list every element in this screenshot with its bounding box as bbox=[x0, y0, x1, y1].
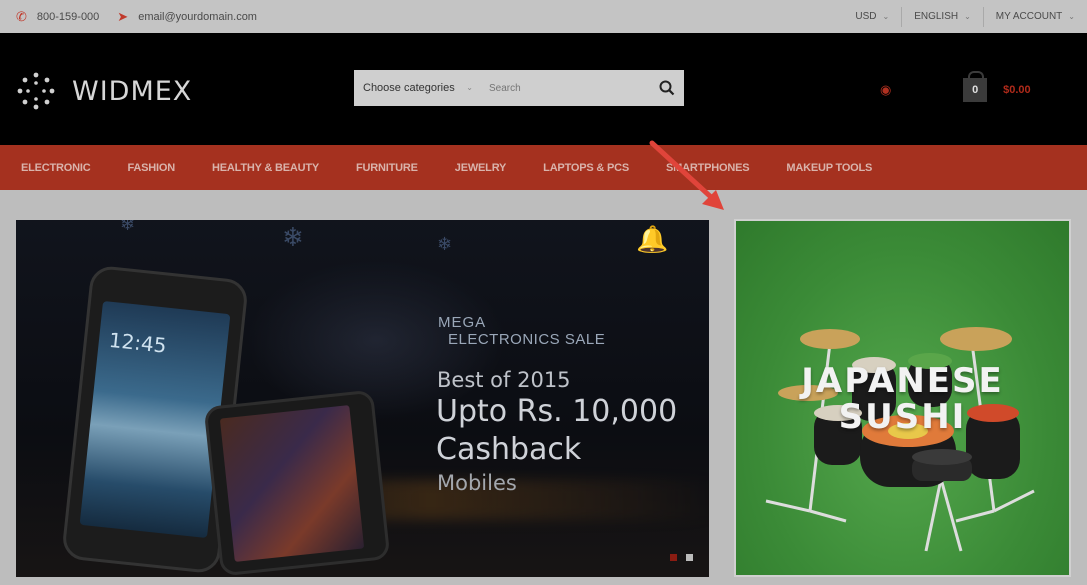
search-input[interactable] bbox=[479, 70, 650, 106]
annotation-arrow-icon bbox=[649, 140, 724, 210]
chevron-down-icon: ⌄ bbox=[1068, 12, 1075, 21]
email-address[interactable]: email@yourdomain.com bbox=[138, 11, 257, 23]
chevron-down-icon: ⌄ bbox=[466, 83, 473, 92]
snowflake-icon: ❄ bbox=[437, 234, 453, 254]
snowflake-icon: ❄ bbox=[282, 222, 304, 252]
contact-info: ✆ 800-159-000 ➤ email@yourdomain.com bbox=[16, 9, 275, 25]
logo-icon bbox=[17, 72, 55, 110]
site-header: WIDMEX Choose categories ⌄ ◉ 0 $0.00 bbox=[0, 33, 1087, 145]
sushi-promo-card[interactable]: JAPANESE SUSHI bbox=[734, 219, 1071, 577]
account-label: MY ACCOUNT bbox=[995, 11, 1063, 22]
chevron-down-icon: ⌄ bbox=[964, 12, 971, 21]
cart-count-badge: 0 bbox=[963, 71, 988, 102]
banner-headline: Upto Rs. 10,000 bbox=[436, 394, 678, 429]
nav-item-furniture[interactable]: FURNITURE bbox=[356, 162, 418, 174]
snowflake-icon: ❄ bbox=[120, 220, 136, 234]
search-button[interactable] bbox=[650, 70, 684, 106]
currency-label: USD bbox=[855, 11, 877, 22]
carousel-dot-active[interactable] bbox=[670, 554, 677, 561]
phone-image-small bbox=[203, 389, 391, 577]
send-icon: ➤ bbox=[117, 8, 129, 24]
promo-title: JAPANESE SUSHI bbox=[736, 363, 1069, 435]
nav-item-makeup-tools[interactable]: MAKEUP TOOLS bbox=[786, 162, 872, 174]
phone-icon: ✆ bbox=[16, 8, 27, 24]
logo[interactable]: WIDMEX bbox=[16, 71, 192, 111]
chevron-down-icon: ⌄ bbox=[882, 12, 890, 21]
promo-title-line2: SUSHI bbox=[838, 397, 967, 437]
banner-subtitle: Best of 2015 bbox=[437, 368, 571, 392]
banner-category: Mobiles bbox=[437, 471, 517, 495]
nav-item-jewelry[interactable]: JEWELRY bbox=[455, 162, 507, 174]
currency-dropdown[interactable]: USD ⌄ bbox=[843, 7, 901, 27]
category-select[interactable]: Choose categories ⌄ bbox=[354, 82, 479, 94]
account-dropdown[interactable]: MY ACCOUNT ⌄ bbox=[982, 6, 1087, 27]
carousel-dot[interactable] bbox=[686, 554, 693, 561]
search-bar: Choose categories ⌄ bbox=[354, 70, 684, 106]
phone-number[interactable]: 800-159-000 bbox=[37, 11, 99, 23]
carousel-dots bbox=[670, 554, 702, 561]
cart-total: $0.00 bbox=[1003, 84, 1031, 96]
promo-title-line1: JAPANESE bbox=[801, 361, 1004, 401]
header-hidden-link[interactable] bbox=[905, 85, 933, 96]
nav-item-laptops-pcs[interactable]: LAPTOPS & PCS bbox=[543, 162, 629, 174]
top-bar: ✆ 800-159-000 ➤ email@yourdomain.com USD… bbox=[0, 0, 1087, 33]
hero-banner[interactable]: ❄ ❄ ❄ 🔔 12:45 MEGA ELECTRONICS SALE Best… bbox=[16, 220, 709, 577]
category-nav: ELECTRONIC FASHION HEALTHY & BEAUTY FURN… bbox=[0, 145, 1087, 190]
logo-text: WIDMEX bbox=[72, 75, 193, 107]
sale-logo: MEGA ELECTRONICS SALE bbox=[438, 314, 605, 348]
phone-screen bbox=[219, 405, 365, 562]
cart-button[interactable]: 0 $0.00 bbox=[963, 71, 1031, 102]
nav-item-electronic[interactable]: ELECTRONIC bbox=[21, 162, 91, 174]
nav-item-fashion[interactable]: FASHION bbox=[128, 162, 176, 174]
language-dropdown[interactable]: ENGLISH ⌄ bbox=[901, 6, 983, 27]
search-icon bbox=[659, 80, 675, 96]
sale-logo-line1: MEGA bbox=[438, 314, 487, 331]
banner-headline-2: Cashback bbox=[436, 432, 582, 467]
chat-icon[interactable]: ◉ bbox=[880, 82, 891, 98]
category-select-label: Choose categories bbox=[363, 82, 455, 94]
sale-logo-line2: ELECTRONICS SALE bbox=[448, 331, 606, 348]
language-label: ENGLISH bbox=[914, 11, 959, 22]
bell-icon: 🔔 bbox=[636, 224, 669, 254]
nav-item-healthy-beauty[interactable]: HEALTHY & BEAUTY bbox=[212, 162, 319, 174]
